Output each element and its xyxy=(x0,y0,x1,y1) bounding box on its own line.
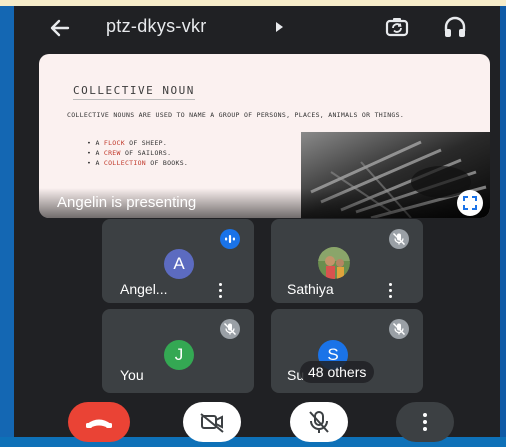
more-options-button[interactable] xyxy=(396,402,454,442)
meet-screen: ptz-dkys-vkr COLLECTIVE NOUN COLLECTIVE … xyxy=(14,6,500,442)
meeting-code[interactable]: ptz-dkys-vkr xyxy=(106,16,207,37)
avatar xyxy=(318,247,350,279)
more-vertical-icon[interactable] xyxy=(219,283,223,299)
mic-off-icon xyxy=(220,319,240,339)
presentation-view[interactable]: COLLECTIVE NOUN COLLECTIVE NOUNS ARE USE… xyxy=(39,54,490,218)
camera-toggle-button[interactable] xyxy=(183,402,241,442)
others-count-badge[interactable]: 48 others xyxy=(300,361,375,383)
back-arrow-icon[interactable] xyxy=(48,16,72,40)
avatar: A xyxy=(164,249,194,279)
participant-name: You xyxy=(120,367,144,383)
participant-tile-you[interactable]: J You xyxy=(102,309,254,393)
left-edge xyxy=(0,6,14,437)
fullscreen-icon[interactable] xyxy=(457,190,483,216)
mic-off-icon xyxy=(389,319,409,339)
right-edge xyxy=(500,6,506,437)
slide-body: COLLECTIVE NOUNS ARE USED TO NAME A GROU… xyxy=(67,111,405,119)
more-vertical-icon[interactable] xyxy=(389,283,393,299)
slide-bullet: • A COLLECTION OF BOOKS. xyxy=(87,159,189,167)
presenting-label: Angelin is presenting xyxy=(57,194,197,211)
mic-off-icon xyxy=(389,229,409,249)
audio-wave-icon xyxy=(220,229,240,249)
participant-tile-others[interactable]: S Su 48 others xyxy=(271,309,423,393)
slide-bullet: • A CREW OF SAILORS. xyxy=(87,149,172,157)
slide-bullets: • A FLOCK OF SHEEP. • A CREW OF SAILORS.… xyxy=(87,138,188,168)
switch-camera-icon[interactable] xyxy=(384,14,410,40)
end-call-button[interactable] xyxy=(68,402,130,442)
participant-name: Sathiya xyxy=(287,281,334,297)
camera-off-icon xyxy=(183,402,241,442)
headphones-icon[interactable] xyxy=(442,14,468,40)
participant-name: Angel... xyxy=(120,281,168,297)
mic-off-icon xyxy=(290,402,348,442)
top-bar: ptz-dkys-vkr xyxy=(14,6,500,48)
avatar: J xyxy=(164,340,194,370)
more-vertical-icon xyxy=(396,402,454,442)
participant-tile-angelin[interactable]: A Angel... xyxy=(102,219,254,303)
participant-tile-sathiya[interactable]: Sathiya xyxy=(271,219,423,303)
slide-bullet: • A FLOCK OF SHEEP. xyxy=(87,139,168,147)
caret-right-icon[interactable] xyxy=(276,22,283,32)
slide-title: COLLECTIVE NOUN xyxy=(73,84,195,100)
mic-toggle-button[interactable] xyxy=(290,402,348,442)
